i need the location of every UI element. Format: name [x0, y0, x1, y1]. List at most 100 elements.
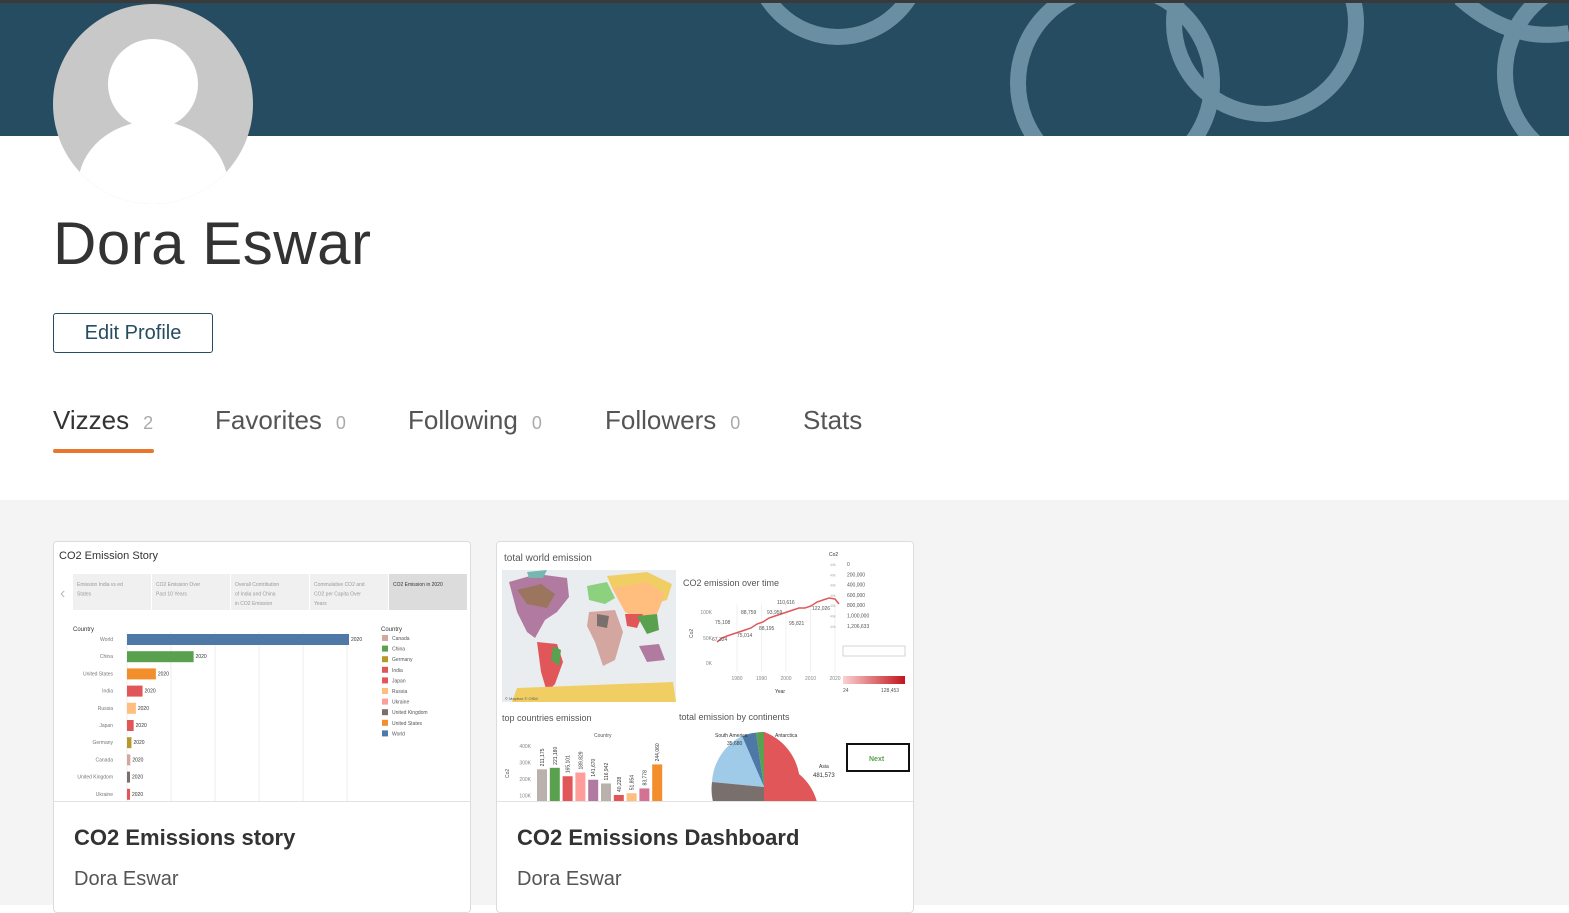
- size-legend-value: 1,000,000: [847, 614, 869, 620]
- map-title: total world emission: [504, 553, 592, 564]
- viz-thumbnail[interactable]: total world emission © Mapbox © OSM CO2 …: [497, 542, 913, 802]
- line-data-label: 88,195: [759, 626, 775, 632]
- column-header: Country: [73, 627, 94, 633]
- bar-value-label: 116,942: [604, 763, 610, 781]
- line-xtick: 2000: [780, 676, 791, 682]
- line-data-label: 88,759: [741, 610, 757, 616]
- line-data-label: 95,821: [789, 621, 805, 627]
- legend-label: Russia: [392, 689, 408, 695]
- legend-swatch: [382, 709, 388, 716]
- bar[interactable]: [127, 634, 349, 645]
- co2-size-legend: 40k 0 40k 200,000 40k 400,000 40k 600,000 40k 800…: [830, 562, 869, 630]
- bar-value-label: 2020: [132, 792, 143, 798]
- bar-value-label: 244,060: [655, 743, 661, 761]
- bar[interactable]: [613, 794, 624, 801]
- bar[interactable]: [127, 651, 194, 663]
- next-button-label: Next: [869, 756, 885, 763]
- tab-vizzes[interactable]: Vizzes 2: [53, 405, 154, 453]
- legend-label: Germany: [392, 657, 413, 663]
- story-point-label: Past 10 Years: [156, 592, 187, 598]
- bar[interactable]: [562, 776, 573, 801]
- tab-favorites[interactable]: Favorites 0: [215, 405, 346, 436]
- tab-stats[interactable]: Stats: [803, 405, 862, 436]
- bar-value-label: 165,101: [566, 755, 572, 773]
- bar-category-label: India: [102, 689, 113, 695]
- viz-card-title[interactable]: CO2 Emissions Dashboard: [517, 825, 799, 851]
- viz-card-story[interactable]: CO2 Emission Story ‹ › Emission India vs…: [53, 541, 471, 913]
- bar-category-label: Germany: [92, 740, 113, 746]
- bar[interactable]: [127, 788, 130, 800]
- story-point-label: Emission India vs ed: [77, 582, 123, 588]
- map-credit: © Mapbox © OSM: [505, 696, 538, 701]
- line-chart-title: CO2 emission over time: [683, 578, 779, 588]
- story-point-label: CO2 per Capita Over: [314, 592, 361, 598]
- size-legend-marker: 40k: [830, 584, 836, 588]
- viz-card-author[interactable]: Dora Eswar: [517, 868, 621, 891]
- bar-value-label: 2020: [132, 775, 143, 781]
- tab-count: 0: [730, 413, 741, 433]
- story-point-tab[interactable]: [389, 574, 467, 610]
- story-prev-arrow-icon[interactable]: ‹: [60, 585, 65, 602]
- size-legend-value: 200,000: [847, 572, 865, 578]
- viz-thumbnail[interactable]: CO2 Emission Story ‹ › Emission India vs…: [54, 542, 470, 802]
- viz-card-title[interactable]: CO2 Emissions story: [74, 825, 295, 851]
- legend-swatch: [382, 645, 388, 652]
- bar-category-label: World: [100, 637, 113, 643]
- bar[interactable]: [537, 769, 547, 801]
- pie-label-antarctica: Antarctica: [775, 733, 797, 739]
- bar[interactable]: [626, 793, 637, 801]
- active-tab-indicator: [53, 449, 154, 453]
- tab-label: Following: [408, 405, 518, 435]
- filter-box[interactable]: [842, 645, 906, 657]
- bar[interactable]: [127, 771, 130, 783]
- bar-ytick: 300K: [519, 761, 531, 767]
- line-chart-labels: 75,108 67,324 75,014 88,759 93,959 88,195 110,…: [712, 600, 830, 643]
- tab-count: 0: [531, 413, 542, 433]
- bar[interactable]: [652, 764, 663, 801]
- legend-label: India: [392, 668, 403, 674]
- size-legend-marker: 40k: [830, 615, 836, 619]
- bar[interactable]: [127, 737, 132, 749]
- tab-label: Followers: [605, 405, 717, 435]
- pie-label-asia: Asia: [819, 764, 829, 770]
- bar[interactable]: [549, 767, 560, 801]
- viz-card-dashboard[interactable]: total world emission © Mapbox © OSM CO2 …: [496, 541, 914, 913]
- bar[interactable]: [127, 720, 134, 731]
- line-data-label: 75,108: [715, 620, 731, 626]
- pie-value-south-america: 35,680: [727, 741, 743, 747]
- bar-value-label: 2020: [158, 671, 169, 677]
- bar[interactable]: [127, 702, 136, 714]
- edit-profile-button[interactable]: Edit Profile: [53, 313, 213, 353]
- bar-category-label: Ukraine: [96, 792, 113, 798]
- story-bar-chart: World 2020 China 2020 United States 2020 India…: [77, 632, 362, 801]
- legend-label: Ukraine: [392, 700, 409, 706]
- story-thumbnail-svg: CO2 Emission Story ‹ › Emission India vs…: [59, 550, 467, 801]
- bar-value-label: 2020: [351, 637, 362, 643]
- bar[interactable]: [588, 779, 599, 801]
- size-legend-marker: 40k: [830, 625, 836, 629]
- bar-category-label: Canada: [95, 757, 113, 763]
- bar[interactable]: [575, 772, 586, 801]
- legend-swatch: [382, 635, 388, 641]
- bar[interactable]: [127, 668, 156, 680]
- line-xtick: 2010: [805, 676, 816, 682]
- size-legend-value: 600,000: [847, 593, 865, 599]
- legend-swatch: [382, 677, 388, 684]
- size-legend-marker: 40k: [830, 563, 836, 567]
- bar[interactable]: [127, 685, 143, 697]
- avatar[interactable]: [53, 4, 253, 204]
- bar[interactable]: [127, 754, 131, 766]
- bar[interactable]: [601, 783, 611, 801]
- legend-label: Canada: [392, 636, 410, 642]
- tab-followers[interactable]: Followers 0: [605, 405, 740, 436]
- line-data-label: 93,959: [767, 610, 783, 616]
- bar-value-label: 2020: [196, 654, 207, 660]
- size-legend-value: 400,000: [847, 583, 865, 589]
- size-legend-value: 1,206,633: [847, 624, 869, 630]
- legend-swatch: [382, 730, 388, 737]
- line-xtick: 1990: [756, 676, 767, 682]
- viz-card-author[interactable]: Dora Eswar: [74, 868, 178, 891]
- line-data-label: 75,014: [737, 633, 753, 639]
- bar[interactable]: [639, 788, 650, 801]
- tab-following[interactable]: Following 0: [408, 405, 542, 436]
